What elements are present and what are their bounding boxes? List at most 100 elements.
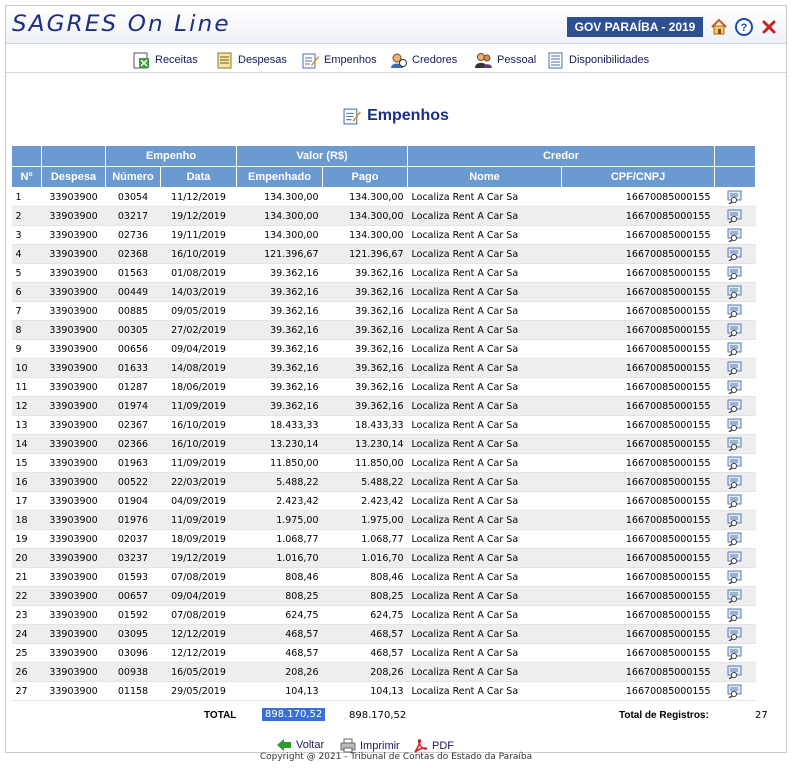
cell-details[interactable] xyxy=(714,605,756,625)
details-icon[interactable] xyxy=(727,589,743,603)
cell-details[interactable] xyxy=(714,548,756,568)
table-row[interactable]: 3 33903900 02736 19/11/2019 134.300,00 134.30… xyxy=(11,225,756,245)
voltar-button[interactable]: Voltar xyxy=(276,738,324,752)
table-row[interactable]: 9 33903900 00656 09/04/2019 39.362,16 39.362,… xyxy=(11,339,756,359)
table-row[interactable]: 21 33903900 01593 07/08/2019 808,46 808,46 Loc… xyxy=(11,567,756,587)
details-icon[interactable] xyxy=(727,627,743,641)
table-row[interactable]: 1 33903900 03054 11/12/2019 134.300,00 134.30… xyxy=(11,187,756,207)
table-row[interactable]: 24 33903900 03095 12/12/2019 468,57 468,57 Loc… xyxy=(11,624,756,644)
total-empenhado[interactable]: 898.170,52 xyxy=(262,708,326,721)
table-row[interactable]: 19 33903900 02037 18/09/2019 1.068,77 1.068,7… xyxy=(11,529,756,549)
cell-details[interactable] xyxy=(714,263,756,283)
cell-details[interactable] xyxy=(714,320,756,340)
cell-details[interactable] xyxy=(714,491,756,511)
details-icon[interactable] xyxy=(727,247,743,261)
cell-details[interactable] xyxy=(714,244,756,264)
details-icon[interactable] xyxy=(727,570,743,584)
cell-details[interactable] xyxy=(714,510,756,530)
table-row[interactable]: 5 33903900 01563 01/08/2019 39.362,16 39.362,… xyxy=(11,263,756,283)
cell-details[interactable] xyxy=(714,434,756,454)
cell-details[interactable] xyxy=(714,206,756,226)
cell-details[interactable] xyxy=(714,339,756,359)
cell-details[interactable] xyxy=(714,472,756,492)
details-icon[interactable] xyxy=(727,209,743,223)
table-row[interactable]: 14 33903900 02366 16/10/2019 13.230,14 13.230… xyxy=(11,434,756,454)
cell-details[interactable] xyxy=(714,586,756,606)
close-icon[interactable] xyxy=(760,18,778,36)
col-header-despesa[interactable]: Despesa xyxy=(41,166,106,188)
cell-details[interactable] xyxy=(714,396,756,416)
cell-details[interactable] xyxy=(714,681,756,701)
menu-item-disponibilidades[interactable]: Disponibilidades xyxy=(547,51,649,69)
details-icon[interactable] xyxy=(727,608,743,622)
table-row[interactable]: 13 33903900 02367 16/10/2019 18.433,33 18.433… xyxy=(11,415,756,435)
cell-details[interactable] xyxy=(714,662,756,682)
details-icon[interactable] xyxy=(727,684,743,698)
imprimir-button[interactable]: Imprimir xyxy=(340,738,400,753)
table-row[interactable]: 27 33903900 01158 29/05/2019 104,13 104,13 Loc… xyxy=(11,681,756,701)
cell-details[interactable] xyxy=(714,624,756,644)
details-icon[interactable] xyxy=(727,494,743,508)
table-row[interactable]: 12 33903900 01974 11/09/2019 39.362,16 39.362… xyxy=(11,396,756,416)
col-header-cpf[interactable]: CPF/CNPJ xyxy=(561,166,716,188)
details-icon[interactable] xyxy=(727,361,743,375)
details-icon[interactable] xyxy=(727,418,743,432)
cell-details[interactable] xyxy=(714,187,756,207)
details-icon[interactable] xyxy=(727,304,743,318)
cell-details[interactable] xyxy=(714,225,756,245)
cell-details[interactable] xyxy=(714,358,756,378)
home-icon[interactable] xyxy=(710,18,728,36)
col-header-nome[interactable]: Nome xyxy=(407,166,563,188)
details-icon[interactable] xyxy=(727,342,743,356)
table-row[interactable]: 2 33903900 03217 19/12/2019 134.300,00 134.30… xyxy=(11,206,756,226)
menu-item-despesas[interactable]: Despesas xyxy=(216,51,287,69)
details-icon[interactable] xyxy=(727,665,743,679)
table-row[interactable]: 17 33903900 01904 04/09/2019 2.423,42 2.423,4… xyxy=(11,491,756,511)
table-row[interactable]: 15 33903900 01963 11/09/2019 11.850,00 11.850… xyxy=(11,453,756,473)
col-header-empenhado[interactable]: Empenhado xyxy=(236,166,323,188)
details-icon[interactable] xyxy=(727,456,743,470)
table-row[interactable]: 6 33903900 00449 14/03/2019 39.362,16 39.362,… xyxy=(11,282,756,302)
menu-item-receitas[interactable]: Receitas xyxy=(133,51,198,69)
cell-details[interactable] xyxy=(714,529,756,549)
details-icon[interactable] xyxy=(727,380,743,394)
table-row[interactable]: 4 33903900 02368 16/10/2019 121.396,67 121.39… xyxy=(11,244,756,264)
table-row[interactable]: 25 33903900 03096 12/12/2019 468,57 468,57 Loc… xyxy=(11,643,756,663)
menu-item-pessoal[interactable]: Pessoal xyxy=(475,51,536,69)
cell-details[interactable] xyxy=(714,415,756,435)
col-header-data[interactable]: Data xyxy=(160,166,237,188)
details-icon[interactable] xyxy=(727,228,743,242)
cell-details[interactable] xyxy=(714,453,756,473)
table-row[interactable]: 16 33903900 00522 22/03/2019 5.488,22 5.488,2… xyxy=(11,472,756,492)
details-icon[interactable] xyxy=(727,323,743,337)
details-icon[interactable] xyxy=(727,551,743,565)
col-header-pago[interactable]: Pago xyxy=(321,166,409,188)
help-icon[interactable]: ? xyxy=(735,18,753,36)
table-row[interactable]: 7 33903900 00885 09/05/2019 39.362,16 39.362,… xyxy=(11,301,756,321)
cell-details[interactable] xyxy=(714,282,756,302)
table-row[interactable]: 20 33903900 03237 19/12/2019 1.016,70 1.016,7… xyxy=(11,548,756,568)
menu-item-empenhos[interactable]: Empenhos xyxy=(302,51,377,69)
col-header-numero[interactable]: Número xyxy=(105,166,161,188)
details-icon[interactable] xyxy=(727,437,743,451)
details-icon[interactable] xyxy=(727,475,743,489)
table-row[interactable]: 11 33903900 01287 18/06/2019 39.362,16 39.362… xyxy=(11,377,756,397)
table-row[interactable]: 8 33903900 00305 27/02/2019 39.362,16 39.362,… xyxy=(11,320,756,340)
table-row[interactable]: 26 33903900 00938 16/05/2019 208,26 208,26 Loc… xyxy=(11,662,756,682)
details-icon[interactable] xyxy=(727,646,743,660)
menu-item-credores[interactable]: Credores xyxy=(390,51,457,69)
table-row[interactable]: 18 33903900 01976 11/09/2019 1.975,00 1.975,0… xyxy=(11,510,756,530)
details-icon[interactable] xyxy=(727,399,743,413)
cell-details[interactable] xyxy=(714,301,756,321)
cell-details[interactable] xyxy=(714,567,756,587)
details-icon[interactable] xyxy=(727,532,743,546)
details-icon[interactable] xyxy=(727,266,743,280)
col-header-n[interactable]: Nº xyxy=(11,166,42,188)
table-row[interactable]: 10 33903900 01633 14/08/2019 39.362,16 39.362… xyxy=(11,358,756,378)
cell-details[interactable] xyxy=(714,377,756,397)
cell-details[interactable] xyxy=(714,643,756,663)
details-icon[interactable] xyxy=(727,513,743,527)
table-row[interactable]: 23 33903900 01592 07/08/2019 624,75 624,75 Loc… xyxy=(11,605,756,625)
details-icon[interactable] xyxy=(727,285,743,299)
details-icon[interactable] xyxy=(727,190,743,204)
